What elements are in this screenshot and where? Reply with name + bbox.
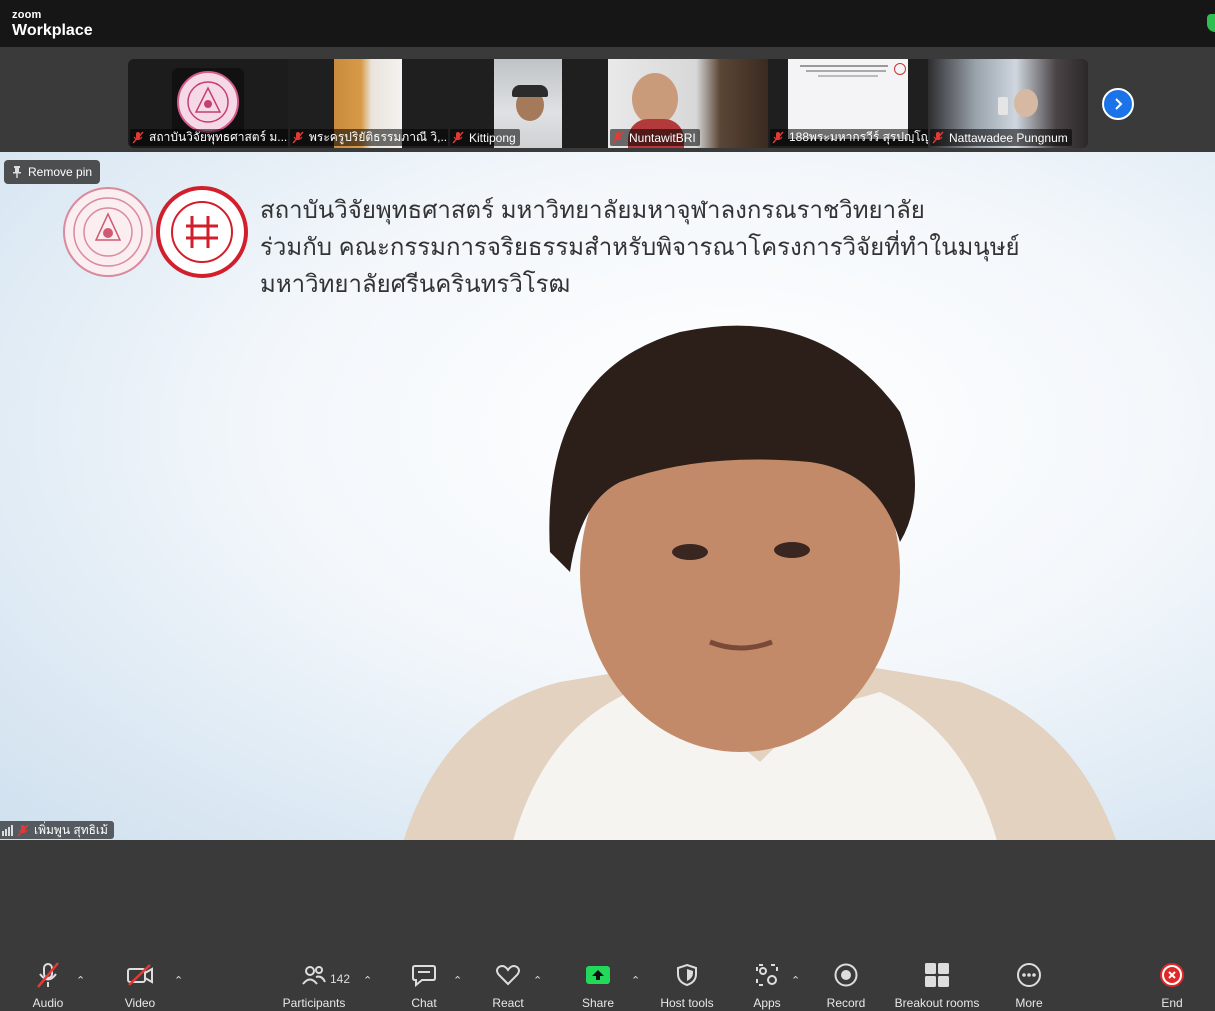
heading-line-2: ร่วมกับ คณะกรรมการจริยธรรมสำหรับพิจารณาโ… [260, 234, 1020, 261]
audio-options-chevron-icon[interactable]: ⌃ [76, 974, 85, 987]
participant-tile[interactable]: Kittipong [448, 59, 608, 148]
share-options-chevron-icon[interactable]: ⌃ [631, 974, 640, 987]
record-icon [833, 958, 859, 992]
pinned-video: Remove pin สถาบันวิจัยพุทธศาสตร์ มหาวิทย… [0, 152, 1215, 840]
mic-off-icon [35, 958, 61, 992]
signal-bars-icon [2, 824, 13, 836]
participants-icon [301, 958, 327, 992]
share-screen-icon [585, 958, 611, 992]
shield-icon [676, 958, 698, 992]
breakout-rooms-button[interactable]: Breakout rooms [892, 958, 982, 1010]
chat-button[interactable]: Chat [384, 958, 464, 1010]
chevron-right-icon [1115, 98, 1123, 110]
participant-tile[interactable]: พระครูปริยัติธรรมภาณี วิ,... [288, 59, 448, 148]
remove-pin-button[interactable]: Remove pin [4, 160, 101, 184]
slide-heading: สถาบันวิจัยพุทธศาสตร์ มหาวิทยาลัยมหาจุฬา… [260, 192, 1020, 303]
speaker-name-label: เพิ่มพูน สุทธิเม้ [0, 821, 114, 839]
participant-tile[interactable]: NuntawitBRI [608, 59, 768, 148]
mic-off-icon [17, 824, 29, 836]
end-button[interactable]: End [1132, 958, 1212, 1010]
video-button[interactable]: Video [100, 958, 180, 1010]
pin-icon [13, 166, 21, 178]
breakout-rooms-icon [924, 958, 950, 992]
mic-off-icon [772, 131, 784, 144]
heading-line-1: สถาบันวิจัยพุทธศาสตร์ มหาวิทยาลัยมหาจุฬา… [260, 197, 925, 224]
record-button[interactable]: Record [806, 958, 886, 1010]
participant-name-label: Nattawadee Pungnum [930, 129, 1072, 146]
swu-seal-logo [156, 186, 248, 278]
participant-name-label: Kittipong [450, 129, 520, 146]
thumbnail-row: สถาบันวิจัยพุทธศาสตร์ ม... พระครูปริยัติ… [128, 59, 1088, 148]
more-button[interactable]: More [989, 958, 1069, 1010]
chat-icon [411, 958, 437, 992]
participant-name-label: พระครูปริยัติธรรมภาณี วิ,... [290, 129, 448, 146]
participant-name-label: 188พระมหากรวีร์ สุรปญฺโญ [770, 129, 928, 146]
host-tools-button[interactable]: Host tools [647, 958, 727, 1010]
participants-count: 142 [330, 972, 351, 986]
speaker-video-feed [403, 325, 1116, 840]
security-shield-icon[interactable] [1207, 14, 1215, 32]
share-button[interactable]: Share [558, 958, 638, 1010]
gallery-strip: สถาบันวิจัยพุทธศาสตร์ ม... พระครูปริยัติ… [0, 47, 1215, 152]
mic-off-icon [292, 131, 304, 144]
mic-off-icon [132, 131, 144, 144]
meeting-controls: Audio ⌃ Video ⌃ Participants 142 ⌃ Chat … [0, 958, 1215, 1011]
mic-off-icon [452, 131, 464, 144]
seal-avatar [172, 68, 244, 136]
participant-name-label: สถาบันวิจัยพุทธศาสตร์ ม... [130, 129, 288, 146]
participant-tile[interactable]: สถาบันวิจัยพุทธศาสตร์ ม... [128, 59, 288, 148]
participant-tile[interactable]: 188พระมหากรวีร์ สุรปญฺโญ [768, 59, 928, 148]
more-icon [1016, 958, 1042, 992]
apps-options-chevron-icon[interactable]: ⌃ [791, 974, 800, 987]
chat-options-chevron-icon[interactable]: ⌃ [453, 974, 462, 987]
heart-icon [495, 958, 521, 992]
title-bar: zoom Workplace [0, 0, 1215, 47]
video-options-chevron-icon[interactable]: ⌃ [174, 974, 183, 987]
next-page-button[interactable] [1102, 88, 1134, 120]
participant-tile[interactable]: Nattawadee Pungnum [928, 59, 1088, 148]
apps-icon [755, 958, 779, 992]
shared-slide [788, 59, 908, 139]
brand-big: Workplace [12, 22, 93, 39]
participants-options-chevron-icon[interactable]: ⌃ [363, 974, 372, 987]
mic-off-icon [932, 131, 944, 144]
brand-small: zoom [12, 9, 42, 21]
video-off-icon [126, 958, 154, 992]
react-options-chevron-icon[interactable]: ⌃ [533, 974, 542, 987]
university-seal-logo [63, 187, 153, 277]
mic-off-icon [612, 131, 624, 144]
zoom-logo: zoom Workplace [12, 10, 93, 39]
participant-name-label: NuntawitBRI [610, 129, 700, 146]
close-icon [1159, 958, 1185, 992]
